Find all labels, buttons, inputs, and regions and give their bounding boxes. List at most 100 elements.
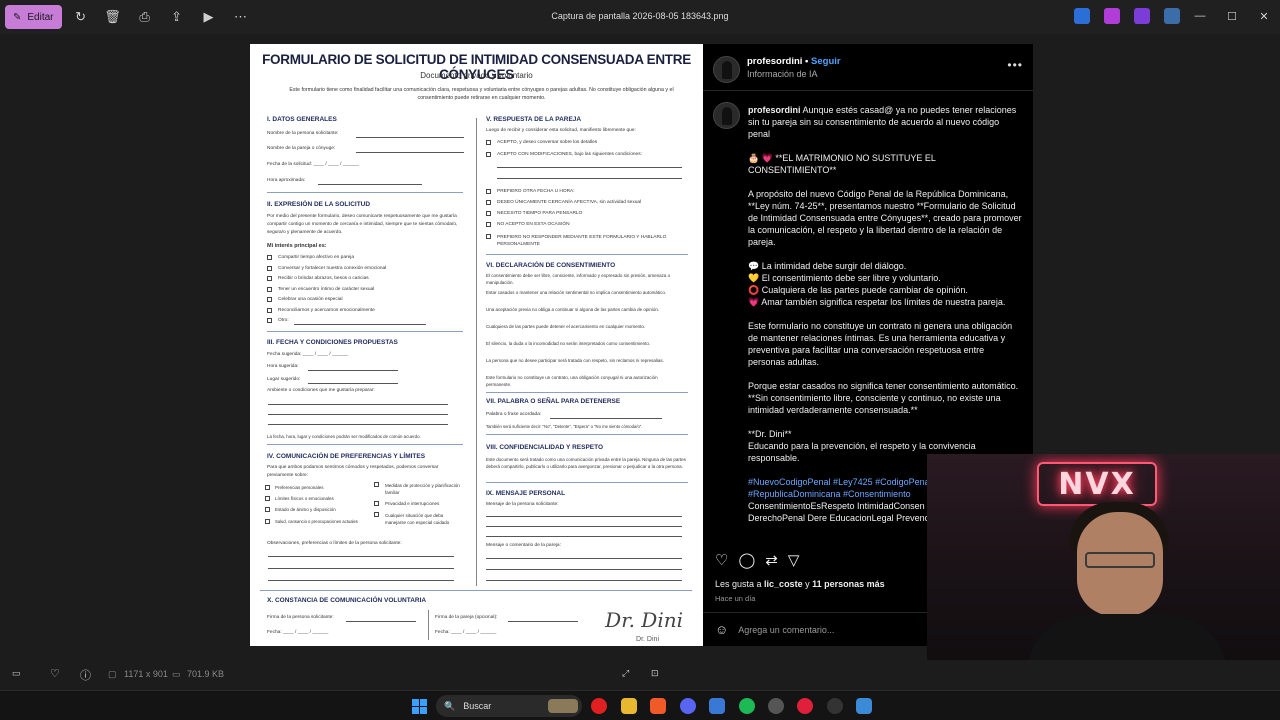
delete-icon[interactable]: 🗑 [100, 4, 126, 30]
caption-username[interactable]: profesordini [748, 105, 801, 115]
option-label: Conversar y fortalecer nuestra conexión … [278, 266, 387, 271]
option-label: Reconciliarnos y acercarnos emocionalmen… [278, 308, 375, 313]
spotify-icon[interactable] [739, 698, 755, 714]
brave-browser-icon[interactable] [650, 698, 666, 714]
section-2-heading: II. EXPRESIÓN DE LA SOLICITUD [267, 201, 371, 208]
field-label: Fecha: ____ / ____ / ______ [267, 630, 329, 635]
declaration-item: El silencio, la duda o la incomodidad no… [486, 341, 651, 346]
declaration-item: El consentimiento debe ser libre, consci… [486, 273, 671, 285]
title-bar: ✎ Editar ↻ 🗑 ⎙ ⇪ ▶ ⋯ Captura de pantalla… [0, 0, 1280, 34]
username[interactable]: profesordini [747, 56, 802, 67]
file-size: 701.9 KB [187, 669, 225, 679]
option-label: Estado de ánimo y disposición [275, 507, 336, 512]
ai-info[interactable]: Información de IA [747, 69, 818, 79]
image-dimensions: 1171 x 901 [124, 669, 168, 679]
likes-count[interactable]: 11 personas más [812, 579, 885, 589]
section-6-heading: VI. DECLARACIÓN DE CONSENTIMIENTO [486, 262, 616, 269]
store-icon[interactable] [709, 698, 725, 714]
caption-p3: Este formulario no constituye un contrat… [748, 321, 1013, 367]
print-icon[interactable]: ⎙ [132, 4, 158, 30]
avatar[interactable] [713, 56, 740, 83]
option-label: Otro: [278, 318, 289, 323]
actual-size-icon[interactable]: ⊡ [651, 668, 659, 679]
repost-icon[interactable]: ⇄ [765, 551, 778, 569]
option-label: Cualquier situación que deba manejarse c… [385, 513, 450, 525]
slideshow-icon[interactable]: ▶ [196, 4, 222, 30]
option-label: PREFIERO NO RESPONDER MEDIANTE ESTE FORM… [497, 235, 667, 247]
doc-subtitle: Documento privado y voluntario [420, 71, 533, 80]
more-options-icon[interactable]: ⋯ [228, 4, 254, 30]
section-3-note: La fecha, hora, lugar y condiciones podr… [267, 434, 421, 439]
app-icon[interactable] [827, 698, 843, 714]
edit-label: Editar [27, 11, 54, 23]
field-label: Mensaje de la persona solicitante: [486, 502, 559, 507]
observations-label: Observaciones, preferencias o límites de… [267, 541, 402, 546]
file-explorer-icon[interactable] [621, 698, 637, 714]
caption-sig1: **Dr. Dini** [748, 429, 792, 439]
likes-prefix: Les gusta a [715, 579, 765, 589]
send-icon[interactable]: ▽ [788, 551, 800, 569]
like-icon[interactable]: ♡ [715, 551, 728, 569]
more-options-icon[interactable]: ••• [1007, 58, 1023, 72]
caption-b2: 💛 El consentimiento debe ser libre y vol… [748, 273, 941, 283]
declaration-item: La persona que no desee participar será … [486, 358, 664, 363]
taskbar: 🔍 Buscar [0, 690, 1280, 720]
field-label: Fecha de la solicitud: ____ / ____ / ___… [267, 162, 359, 167]
chrome-icon[interactable] [768, 698, 784, 714]
follow-button[interactable]: Seguir [811, 56, 841, 67]
maximize-button[interactable]: ☐ [1216, 0, 1248, 32]
post-actions: ♡ ◯ ⇄ ▽ [715, 551, 799, 569]
edit-button[interactable]: ✎ Editar [5, 5, 62, 29]
option-label: PREFIERO OTRA FECHA U HORA: [497, 189, 575, 194]
rotate-icon[interactable]: ↻ [68, 4, 94, 30]
option-label: NO ACEPTO EN ESTA OCASIÓN [497, 222, 570, 227]
field-label: Nombre de la pareja o cónyuge: [267, 146, 336, 151]
comment-box[interactable]: ☺ Agrega un comentario... [715, 622, 834, 637]
section-10-heading: X. CONSTANCIA DE COMUNICACIÓN VOLUNTARIA [267, 597, 427, 604]
section-5-heading: V. RESPUESTA DE LA PAREJA [486, 116, 582, 123]
section-1-heading: I. DATOS GENERALES [267, 116, 337, 123]
field-label: Fecha: ____ / ____ / ______ [435, 630, 497, 635]
option-label: Celebrar una ocasión especial [278, 297, 343, 302]
field-label: Palabra o frase acordada: [486, 412, 542, 417]
minimize-button[interactable]: — [1184, 0, 1216, 32]
declaration-item: Cualquiera de las partes puede detener e… [486, 324, 646, 329]
doc-intro: Este formulario tiene como finalidad fac… [289, 87, 674, 101]
filmstrip-icon[interactable]: ▭ [12, 668, 21, 679]
option-label: Preferencias personales [275, 485, 324, 490]
comment-input[interactable]: Agrega un comentario... [738, 625, 834, 635]
field-label: Mensaje o comentario de la pareja: [486, 543, 561, 548]
interest-label: Mi interés principal es: [267, 243, 327, 249]
caption-b1: 💬 La intimidad debe surgir del diálogo. [748, 261, 907, 271]
option-label: Límites físicos o emocionales [275, 496, 334, 501]
youtube-app-icon[interactable] [591, 698, 607, 714]
section-7-note: También será suficiente decir: "No", "De… [486, 424, 643, 429]
app-icon-3[interactable] [1134, 8, 1150, 24]
close-button[interactable]: ✕ [1248, 0, 1280, 32]
start-button[interactable] [412, 699, 427, 714]
field-label: Hora aproximada: [267, 178, 306, 183]
opera-icon[interactable] [797, 698, 813, 714]
viewer-toolbar: ▭ ♡ ⓘ ▢ 1171 x 901 ▭ 701.9 KB ⤢ ⊡ [0, 660, 1280, 688]
photos-app-icon[interactable] [856, 698, 872, 714]
favorite-icon[interactable]: ♡ [50, 667, 60, 680]
option-label: ACEPTO, y deseo conversar sobre los deta… [497, 140, 598, 145]
option-label: Medidas de protección y planificación fa… [385, 483, 460, 495]
app-icon-1[interactable] [1074, 8, 1090, 24]
share-icon[interactable]: ⇪ [164, 4, 190, 30]
field-label: Firma de la persona solicitante: [267, 615, 334, 620]
likes-text: Les gusta a lic_coste y 11 personas más [715, 579, 885, 589]
app-icon-4[interactable] [1164, 8, 1180, 24]
neon-sign: NVX [1037, 462, 1157, 506]
field-label: Hora sugerida: [267, 364, 299, 369]
comment-icon[interactable]: ◯ [738, 551, 755, 569]
emoji-icon[interactable]: ☺ [715, 622, 728, 637]
likes-user[interactable]: lic_coste [764, 579, 803, 589]
fit-icon[interactable]: ⤢ [622, 668, 629, 679]
discord-icon[interactable] [680, 698, 696, 714]
search-highlight-icon [548, 699, 578, 713]
avatar[interactable] [713, 102, 740, 129]
app-icon-2[interactable] [1104, 8, 1120, 24]
taskbar-search[interactable]: 🔍 Buscar [436, 695, 582, 717]
info-icon[interactable]: ⓘ [80, 667, 91, 683]
